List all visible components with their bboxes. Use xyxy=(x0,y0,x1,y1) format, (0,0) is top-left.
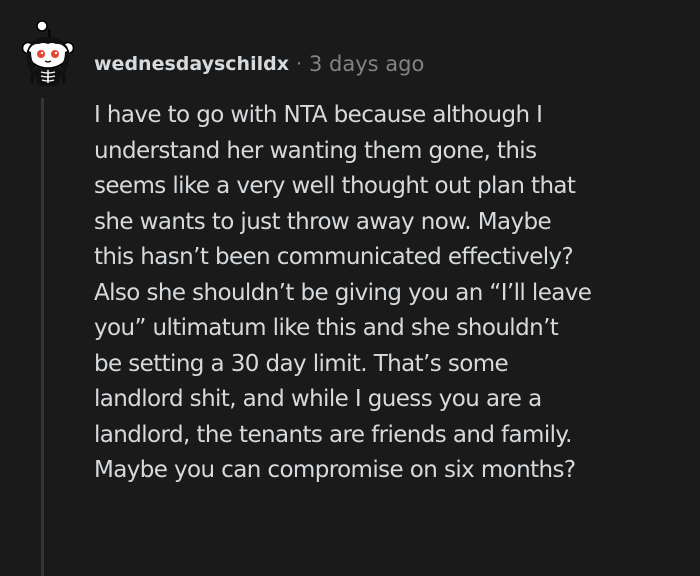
comment-body-line: this hasn’t been communicated effectivel… xyxy=(94,244,574,270)
comment-body-line: I have to go with NTA because although I xyxy=(94,102,543,128)
comment-timestamp[interactable]: 3 days ago xyxy=(309,52,424,76)
meta-separator: · xyxy=(295,53,303,75)
username-link[interactable]: wednesdayschildx xyxy=(94,53,289,75)
comment-body-line: seems like a very well thought out plan … xyxy=(94,173,576,199)
comment-body-line: landlord, the tenants are friends and fa… xyxy=(94,421,572,448)
comment-body-line: she wants to just throw away now. Maybe xyxy=(94,208,552,235)
comment-body-line: landlord shit, and while I guess you are… xyxy=(94,386,542,412)
comment-body-line: Maybe you can compromise on six months? xyxy=(94,457,576,483)
comment-body-line: understand her wanting them gone, this xyxy=(94,137,537,164)
comment-header: wednesdayschildx · 3 days ago xyxy=(94,50,424,78)
comment-body-line: you” ultimatum like this and she shouldn… xyxy=(94,315,559,341)
comment-body: I have to go with NTA because although I… xyxy=(94,98,690,489)
comment-card: wednesdayschildx · 3 days ago I have to … xyxy=(0,0,700,576)
comment-body-line: be setting a 30 day limit. That’s some xyxy=(94,350,509,377)
comment-body-line: Also she shouldn’t be giving you an “I’l… xyxy=(94,279,592,306)
snoo-skeleton-avatar-icon[interactable] xyxy=(16,16,78,88)
thread-collapse-line[interactable] xyxy=(41,98,44,576)
